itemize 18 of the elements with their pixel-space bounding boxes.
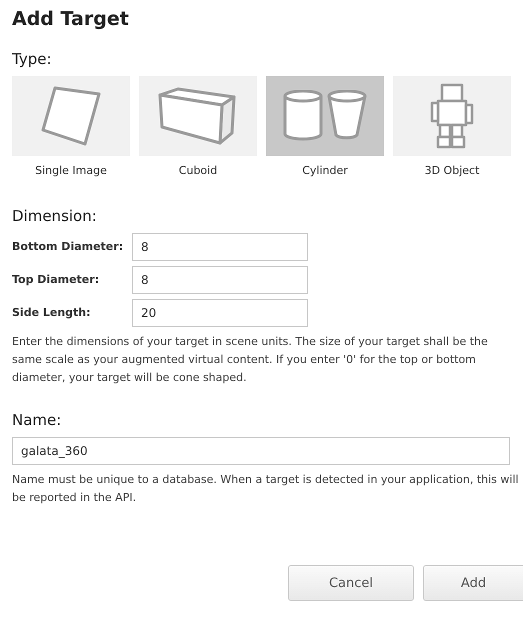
section-heading: Name:: [12, 411, 62, 429]
name-input-field[interactable]: galata_360: [12, 437, 510, 465]
help-text: Enter the dimensions of your target in scene units. The size of your target shall be the same scale as your augmented virtual content. If you enter '0' for the top or bottom diameter, your target will be cone shaped.: [12, 334, 489, 386]
input-field[interactable]: 8: [132, 233, 308, 261]
field-label: Top Diameter:: [12, 272, 100, 288]
field-label: Side Length:: [12, 305, 92, 321]
dialog-button[interactable]: Cancel: [288, 565, 414, 601]
help-text: Name must be unique to a database. When a target is detected in your application, this will be reported in the API.: [12, 472, 520, 506]
input-field[interactable]: 20: [132, 299, 308, 327]
cylinder-and-cone-icon: [282, 90, 368, 142]
box-icon: [158, 87, 238, 145]
input-field[interactable]: 8: [132, 266, 308, 294]
section-heading: Type:: [12, 50, 53, 68]
dialog-button[interactable]: Add: [423, 565, 523, 601]
dialog-title: Add Target: [12, 8, 130, 30]
field-label: Bottom Diameter:: [12, 239, 124, 255]
section-heading: Dimension:: [12, 207, 98, 225]
blocky-robot-icon: [430, 83, 474, 149]
